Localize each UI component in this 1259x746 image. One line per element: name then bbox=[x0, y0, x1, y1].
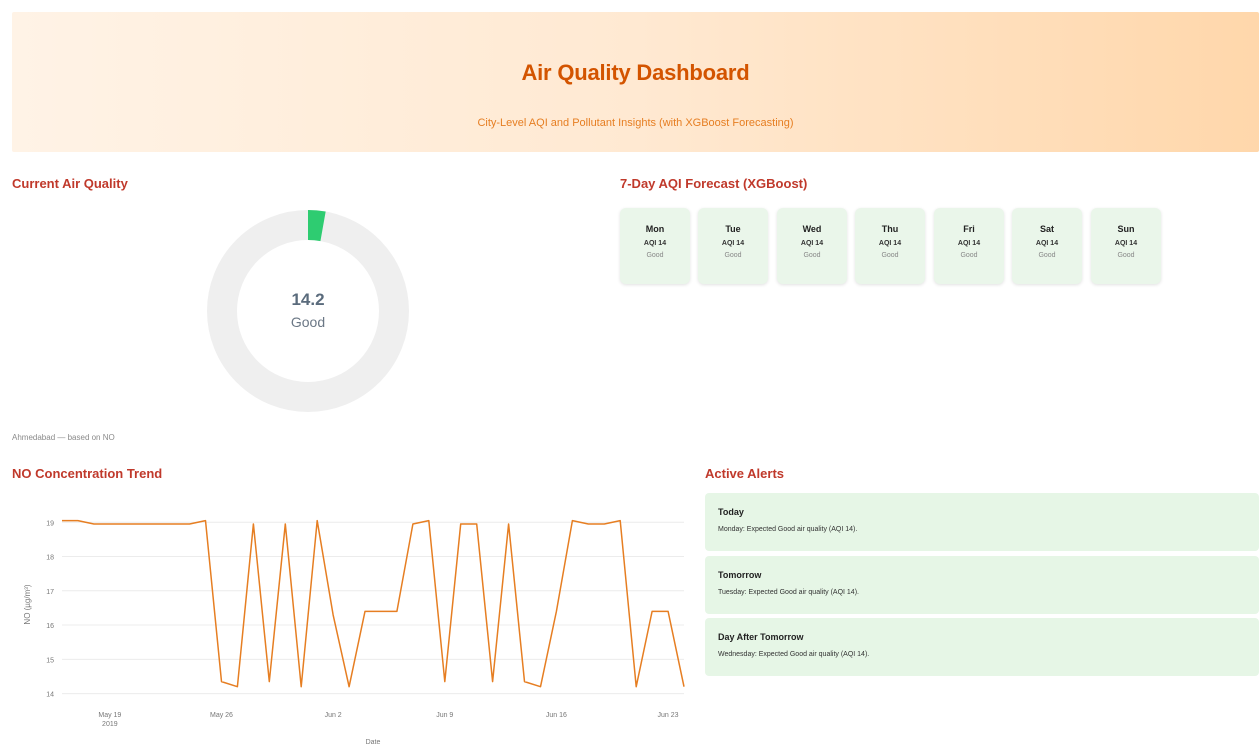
x-tick-label: Jun 2 bbox=[325, 712, 342, 719]
no-trend-chart[interactable]: 14 15 16 17 18 19 May 19 2019 May 26 Jun 2 Jun 9 Ju… bbox=[12, 490, 692, 746]
series-line bbox=[62, 519, 685, 688]
forecast-card-sat: Sat AQI 14 Good bbox=[1012, 208, 1082, 284]
forecast-aqi: AQI 14 bbox=[800, 240, 824, 247]
forecast-category: Good bbox=[1117, 252, 1135, 259]
forecast-card-wed: Wed AQI 14 Good bbox=[777, 208, 847, 284]
forecast-aqi: AQI 14 bbox=[878, 240, 902, 247]
forecast-card-fri: Fri AQI 14 Good bbox=[934, 208, 1004, 284]
forecast-day: Sat bbox=[1039, 224, 1054, 234]
alert-tomorrow: Tomorrow Tuesday: Expected Good air qual… bbox=[705, 556, 1259, 614]
forecast-day: Mon bbox=[645, 224, 665, 234]
alert-today: Today Monday: Expected Good air quality … bbox=[705, 493, 1259, 551]
forecast-heading: 7-Day AQI Forecast (XGBoost) bbox=[620, 176, 808, 191]
gauge-track bbox=[207, 210, 409, 412]
aqi-gauge bbox=[207, 210, 409, 412]
x-tick-label: May 26 bbox=[210, 712, 233, 719]
y-tick-label: 16 bbox=[46, 623, 54, 630]
alert-title: Day After Tomorrow bbox=[718, 632, 804, 642]
alert-title: Tomorrow bbox=[718, 570, 762, 580]
y-tick-label: 15 bbox=[46, 657, 54, 664]
x-tick-label: May 19 bbox=[98, 712, 121, 719]
page-subtitle: City-Level AQI and Pollutant Insights (w… bbox=[477, 117, 794, 129]
current-air-quality-heading: Current Air Quality bbox=[12, 176, 128, 191]
forecast-category: Good bbox=[881, 252, 899, 259]
alert-title: Today bbox=[718, 507, 744, 517]
forecast-card-sun: Sun AQI 14 Good bbox=[1091, 208, 1161, 284]
x-tick-label: Jun 23 bbox=[658, 712, 679, 719]
forecast-category: Good bbox=[724, 252, 742, 259]
y-tick-label: 14 bbox=[46, 692, 54, 699]
y-tick-label: 17 bbox=[46, 589, 54, 596]
alert-message: Wednesday: Expected Good air quality (AQ… bbox=[718, 651, 870, 658]
y-axis-label: NO (µg/m³) bbox=[23, 584, 32, 624]
x-axis-label: Date bbox=[366, 739, 381, 746]
x-tick-label: Jun 9 bbox=[436, 712, 453, 719]
gauge-fill bbox=[307, 210, 326, 242]
page-title: Air Quality Dashboard bbox=[521, 60, 750, 85]
city-caption: Ahmedabad — based on NO bbox=[12, 433, 115, 442]
alert-message: Tuesday: Expected Good air quality (AQI … bbox=[718, 589, 859, 596]
forecast-card-thu: Thu AQI 14 Good bbox=[855, 208, 925, 284]
y-tick-label: 18 bbox=[46, 555, 54, 562]
forecast-aqi: AQI 14 bbox=[721, 240, 745, 247]
trend-heading: NO Concentration Trend bbox=[12, 466, 163, 481]
forecast-day: Wed bbox=[802, 224, 822, 234]
forecast-day: Fri bbox=[963, 224, 975, 234]
forecast-aqi: AQI 14 bbox=[1114, 240, 1138, 247]
y-tick-label: 19 bbox=[46, 520, 54, 527]
forecast-day: Thu bbox=[881, 224, 899, 234]
forecast-aqi: AQI 14 bbox=[1035, 240, 1059, 247]
forecast-card-mon: Mon AQI 14 Good bbox=[620, 208, 690, 284]
dashboard-header: Air Quality Dashboard City-Level AQI and… bbox=[12, 12, 1259, 152]
forecast-category: Good bbox=[803, 252, 821, 259]
x-tick-label: Jun 16 bbox=[546, 712, 567, 719]
x-tick-sublabel: 2019 bbox=[102, 721, 118, 728]
forecast-day: Sun bbox=[1117, 224, 1135, 234]
forecast-aqi: AQI 14 bbox=[957, 240, 981, 247]
forecast-category: Good bbox=[646, 252, 664, 259]
forecast-day: Tue bbox=[725, 224, 741, 234]
forecast-card-tue: Tue AQI 14 Good bbox=[698, 208, 768, 284]
alert-message: Monday: Expected Good air quality (AQI 1… bbox=[718, 526, 858, 533]
forecast-category: Good bbox=[1038, 252, 1056, 259]
forecast-aqi: AQI 14 bbox=[643, 240, 667, 247]
current-aqi-value: 14.2 bbox=[291, 290, 325, 309]
alerts-heading: Active Alerts bbox=[705, 466, 784, 481]
forecast-category: Good bbox=[960, 252, 978, 259]
alert-day-after-tomorrow: Day After Tomorrow Wednesday: Expected G… bbox=[705, 618, 1259, 676]
current-aqi-category: Good bbox=[290, 314, 326, 330]
